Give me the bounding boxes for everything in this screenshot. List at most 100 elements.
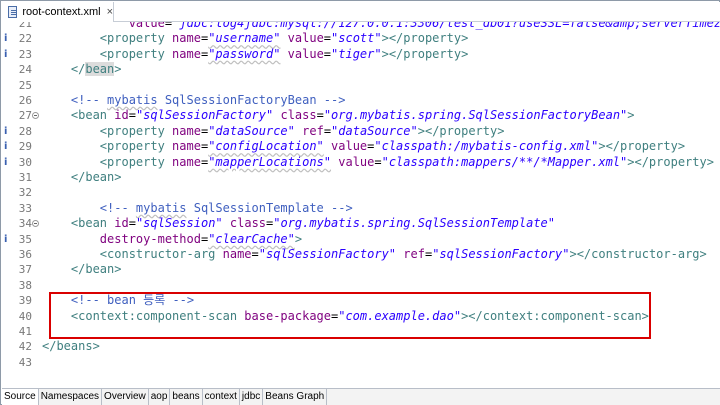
line-number: 22 <box>18 32 32 46</box>
line-number: 32 <box>18 186 32 200</box>
code-text: <!-- mybatis SqlSessionTemplate --> <box>42 201 353 216</box>
code-token: "org.mybatis.spring.SqlSessionTemplate" <box>273 216 556 231</box>
code-text: </bean> <box>42 170 122 185</box>
tab-namespaces[interactable]: Namespaces <box>39 389 103 405</box>
code-token: <property <box>99 123 173 138</box>
code-line[interactable]: i 22 <property name="username" value="sco… <box>2 31 720 46</box>
code-token: > <box>114 62 122 77</box>
code-token: <bean <box>70 108 115 123</box>
code-token: value <box>287 31 324 46</box>
tab-source[interactable]: Source <box>2 389 39 405</box>
close-icon[interactable]: × <box>107 6 113 18</box>
line-number: 28 <box>18 124 32 138</box>
editor-tab-bar: root-context.xml × <box>2 2 720 22</box>
code-line[interactable]: i 29 <property name="configLocation" valu… <box>2 139 720 154</box>
code-line[interactable]: 43 <box>2 355 720 370</box>
code-text: <bean id="sqlSession" class="org.mybatis… <box>42 216 555 231</box>
code-text: <property name="dataSource" ref="dataSou… <box>42 123 505 139</box>
code-text: </beans> <box>42 339 100 354</box>
code-line[interactable]: 26 <!-- mybatis SqlSessionFactoryBean --… <box>2 93 720 108</box>
code-token: "clearCache" <box>208 231 295 246</box>
code-token: value <box>287 46 324 61</box>
tab-beans[interactable]: beans <box>170 389 203 405</box>
code-token: <property <box>99 31 173 46</box>
line-number: 23 <box>18 47 32 61</box>
code-line[interactable]: 27 <bean id="sqlSessionFactory" class="o… <box>2 108 720 123</box>
code-token: "sqlSessionFactory" <box>258 247 397 261</box>
highlight-box <box>49 292 651 339</box>
code-line[interactable]: 34 <bean id="sqlSession" class="org.myba… <box>2 216 720 231</box>
code-line[interactable]: 38 <box>2 278 720 293</box>
line-number: 33 <box>18 201 32 215</box>
code-token: "sqlSessionFactory" <box>135 108 274 123</box>
editor-tab-root-context[interactable]: root-context.xml × <box>2 2 114 22</box>
line-number: 36 <box>18 248 32 261</box>
code-line[interactable]: 24 </bean> <box>2 62 720 77</box>
xml-file-icon <box>8 6 18 18</box>
code-token: "jdbc:log4jdbc:mysql://127.0.0.1:3306/te… <box>172 22 720 30</box>
editor-window: root-context.xml × 21 value="jdbc:log4jd… <box>0 0 720 405</box>
code-line[interactable]: 36 <constructor-arg name="sqlSessionFact… <box>2 247 720 262</box>
code-token: "sqlSession" <box>135 216 223 231</box>
code-token: ></property> <box>627 154 714 169</box>
code-token: "password" <box>208 46 281 61</box>
code-line[interactable]: 42 </beans> <box>2 339 720 354</box>
line-number: 38 <box>18 278 32 292</box>
code-line[interactable]: 37 </bean> <box>2 262 720 277</box>
fold-collapse-icon[interactable] <box>32 112 39 120</box>
code-line[interactable]: 25 <box>2 78 720 93</box>
code-token: = <box>316 108 324 123</box>
code-text: <property name="password" value="tiger">… <box>42 46 469 62</box>
code-token: "dataSource" <box>208 123 295 138</box>
code-token: mybatis <box>107 93 158 107</box>
code-line[interactable]: i 35 destroy-method="clearCache"> <box>2 232 720 247</box>
code-text: destroy-method="clearCache"> <box>42 232 302 247</box>
line-number: 40 <box>18 309 32 323</box>
code-line[interactable]: i 23 <property name="password" value="tig… <box>2 47 720 62</box>
code-token: ref <box>403 247 425 261</box>
code-token: = <box>323 31 332 46</box>
line-number: 21 <box>18 22 32 30</box>
code-token: <property <box>99 46 173 61</box>
code-token: name <box>172 46 201 61</box>
tab-jdbc[interactable]: jdbc <box>240 389 264 405</box>
code-token: ></property> <box>381 31 469 46</box>
code-token: "tiger" <box>331 46 382 61</box>
tab-aop[interactable]: aop <box>149 389 171 405</box>
code-line[interactable]: 31 </bean> <box>2 170 720 185</box>
info-marker-icon: i <box>4 233 8 245</box>
info-marker-icon: i <box>4 141 8 153</box>
tab-context[interactable]: context <box>203 389 240 405</box>
code-token: = <box>323 123 332 138</box>
code-token: ></property> <box>417 123 505 138</box>
code-token: "classpath:/mybatis-config.xml" <box>374 139 599 154</box>
tab-overview[interactable]: Overview <box>102 389 149 405</box>
code-token: name <box>172 123 201 138</box>
code-text: <!-- mybatis SqlSessionFactoryBean --> <box>42 93 346 108</box>
code-line[interactable]: 33 <!-- mybatis SqlSessionTemplate --> <box>2 201 720 216</box>
code-token: "username" <box>208 31 281 46</box>
code-line[interactable]: 32 <box>2 185 720 200</box>
code-token: = <box>128 108 136 123</box>
code-token: name <box>172 139 201 154</box>
code-line[interactable]: 21 value="jdbc:log4jdbc:mysql://127.0.0.… <box>2 22 720 31</box>
code-token: <constructor-arg <box>99 247 223 261</box>
code-text: value="jdbc:log4jdbc:mysql://127.0.0.1:3… <box>42 22 720 31</box>
code-line[interactable]: i 30 <property name = "mapperLocations" val… <box>2 155 720 170</box>
line-number: 37 <box>18 263 32 277</box>
fold-collapse-icon[interactable] <box>32 220 39 228</box>
code-token: <property <box>99 139 173 154</box>
tab-beans-graph[interactable]: Beans Graph <box>263 389 328 405</box>
code-line[interactable]: i 28 <property name="dataSource" ref="dat… <box>2 124 720 139</box>
